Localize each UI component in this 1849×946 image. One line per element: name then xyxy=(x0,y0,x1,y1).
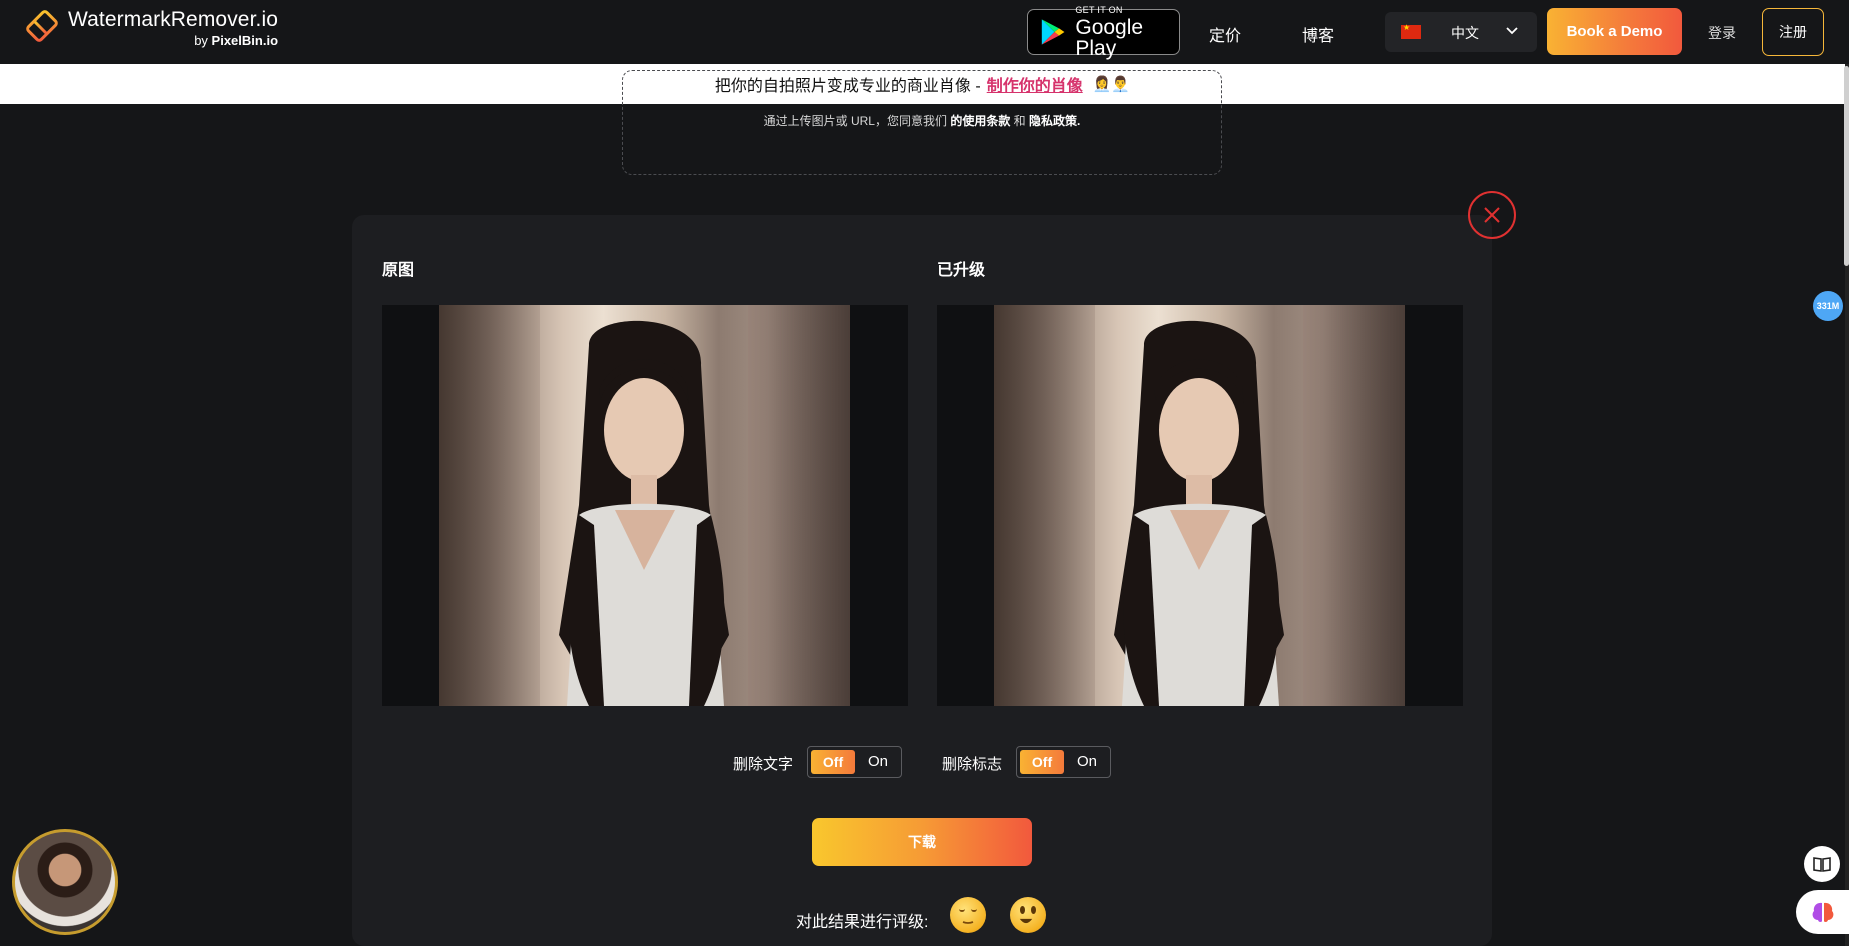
nav-blog[interactable]: 博客 xyxy=(1302,22,1334,46)
remove-text-toggle[interactable]: Off On xyxy=(807,746,902,778)
google-play-icon xyxy=(1041,19,1065,45)
toggle-on-option[interactable]: On xyxy=(868,753,888,770)
download-button[interactable]: 下载 xyxy=(812,818,1032,866)
toggle-off-option[interactable]: Off xyxy=(811,750,855,774)
gplay-small-text: GET IT ON xyxy=(1075,4,1123,15)
rating-label: 对此结果进行评级: xyxy=(796,914,929,931)
original-image-frame xyxy=(382,305,908,706)
signup-button[interactable]: 注册 xyxy=(1762,8,1824,56)
brand-subtitle: by PixelBin.io xyxy=(68,33,278,48)
ai-brain-icon[interactable] xyxy=(1796,890,1849,934)
close-button[interactable] xyxy=(1468,191,1516,239)
memory-badge[interactable]: 331M xyxy=(1813,291,1843,321)
brand-title: WatermarkRemover.io xyxy=(68,8,279,31)
toggle-on-option[interactable]: On xyxy=(1077,753,1097,770)
terms-link[interactable]: 的使用条款 xyxy=(950,114,1010,128)
privacy-link[interactable]: 隐私政策. xyxy=(1029,114,1080,128)
remove-logo-toggle[interactable]: Off On xyxy=(1016,746,1111,778)
terms-prefix: 通过上传图片或 URL，您同意我们 xyxy=(763,114,947,128)
brand-sub-name: PixelBin.io xyxy=(211,33,279,48)
book-icon[interactable] xyxy=(1804,846,1840,882)
portrait-figure xyxy=(559,320,729,706)
terms-and: 和 xyxy=(1013,114,1026,128)
login-link[interactable]: 登录 xyxy=(1708,23,1736,43)
book-demo-button[interactable]: Book a Demo xyxy=(1547,8,1682,55)
sad-face-icon[interactable] xyxy=(950,897,986,933)
nav-pricing[interactable]: 定价 xyxy=(1209,22,1241,46)
eraser-logo-icon xyxy=(26,10,60,42)
scrollbar-thumb[interactable] xyxy=(1844,66,1849,266)
google-play-button[interactable]: GET IT ON Google Play xyxy=(1027,4,1180,59)
terms-text: 通过上传图片或 URL，您同意我们 的使用条款 和 隐私政策. xyxy=(622,112,1222,129)
top-navbar: WatermarkRemover.io by PixelBin.io GET I… xyxy=(0,0,1849,64)
upgraded-title: 已升级 xyxy=(937,262,986,279)
original-title: 原图 xyxy=(382,262,415,279)
upgraded-image-frame xyxy=(937,305,1463,706)
chevron-down-icon xyxy=(1506,27,1518,35)
language-label: 中文 xyxy=(1451,25,1479,41)
brand-sub-prefix: by xyxy=(194,33,208,48)
close-icon xyxy=(1484,207,1500,223)
happy-face-icon[interactable] xyxy=(1010,897,1046,933)
china-flag-icon xyxy=(1401,23,1421,39)
brand-logo[interactable]: WatermarkRemover.io by PixelBin.io xyxy=(24,8,278,48)
remove-text-label: 删除文字 xyxy=(733,756,794,773)
toggle-off-option[interactable]: Off xyxy=(1020,750,1064,774)
remove-logo-label: 删除标志 xyxy=(942,756,1003,773)
gplay-big-text: Google Play xyxy=(1075,15,1144,60)
support-avatar[interactable] xyxy=(12,829,118,935)
upgraded-image xyxy=(994,305,1405,706)
language-select[interactable]: 中文 xyxy=(1385,12,1537,52)
original-image xyxy=(439,305,850,706)
portrait-figure xyxy=(1114,320,1284,706)
